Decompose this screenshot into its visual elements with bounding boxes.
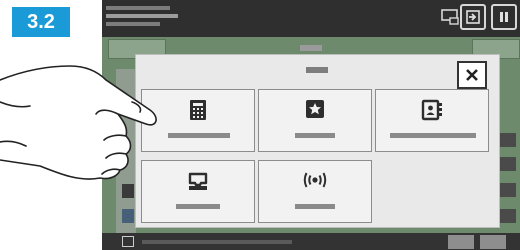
bottom-action-button[interactable]: [480, 235, 506, 249]
tile-address-book[interactable]: [375, 89, 489, 152]
sign-in-button[interactable]: [460, 4, 486, 30]
dialog-title-placeholder: [306, 67, 328, 73]
address-book-icon: [421, 99, 442, 121]
tile-favorites[interactable]: [258, 89, 372, 152]
tile-wireless[interactable]: [258, 160, 372, 223]
keypad-icon: [190, 100, 206, 120]
monitor-icon[interactable]: [440, 7, 460, 27]
bottom-action-button[interactable]: [448, 235, 474, 249]
status-text-placeholder: [106, 14, 178, 18]
pointing-hand-icon: [0, 65, 157, 180]
broadcast-icon: [303, 172, 327, 188]
document-icon[interactable]: [122, 236, 134, 247]
pause-button[interactable]: [491, 4, 517, 30]
close-icon: [466, 69, 478, 81]
login-icon: [466, 10, 480, 24]
step-badge: 3.2: [12, 7, 70, 37]
tile-label-placeholder: [176, 204, 220, 209]
status-text-placeholder: [106, 22, 160, 26]
inbox-tray-icon: [188, 172, 208, 190]
bottom-text-placeholder: [142, 240, 292, 244]
tile-label-placeholder: [295, 133, 335, 138]
tile-label-placeholder: [390, 133, 476, 138]
pause-icon: [500, 12, 508, 22]
bg-title: [300, 45, 322, 51]
bottom-bar: [102, 233, 520, 250]
status-text-placeholder: [106, 6, 170, 10]
tile-label-placeholder: [168, 133, 230, 138]
top-status-bar: [102, 0, 520, 37]
star-icon: [306, 100, 324, 118]
bg-list-icon: [122, 209, 134, 223]
tile-label-placeholder: [295, 204, 335, 209]
feature-dialog: [135, 54, 500, 228]
close-button[interactable]: [457, 61, 487, 89]
bg-list-icon: [122, 184, 134, 198]
